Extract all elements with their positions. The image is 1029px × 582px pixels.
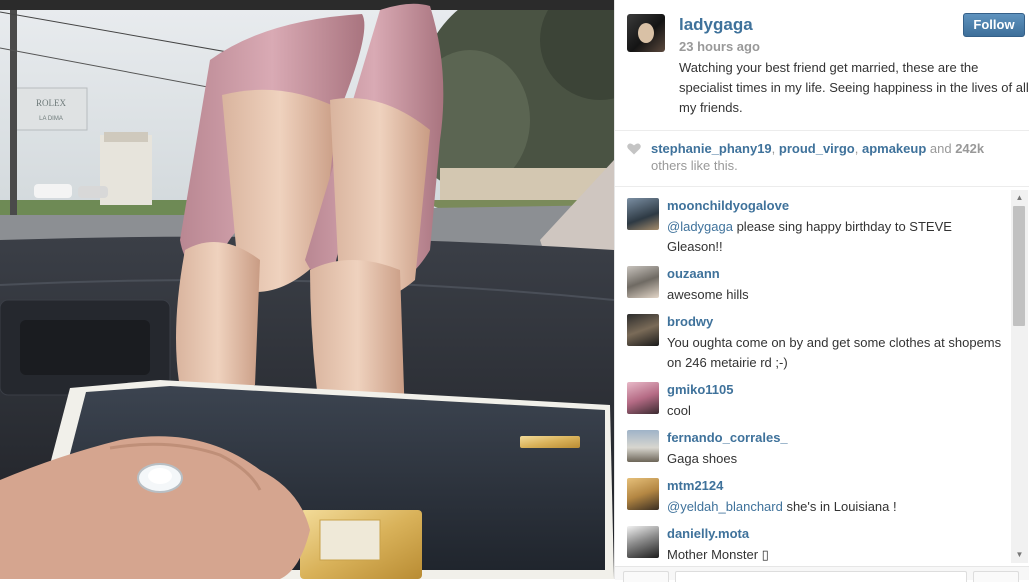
comment-input[interactable]	[675, 571, 967, 582]
post-caption: Watching your best friend get married, t…	[679, 60, 1029, 115]
post-timestamp[interactable]: 23 hours ago	[679, 39, 760, 54]
likes-and: and	[926, 141, 956, 156]
follow-button[interactable]: Follow	[963, 13, 1025, 37]
comment-action-bar	[615, 566, 1029, 582]
comment-text: Gaga shoes	[667, 449, 1007, 469]
comments-scrollbar[interactable]: ▲ ▼	[1011, 190, 1028, 563]
comment-username[interactable]: ouzaann	[667, 266, 720, 281]
post-details-panel: ladygaga Follow 23 hours ago Watching yo…	[614, 0, 1029, 582]
comment-item: brodwy You oughta come on by and get som…	[627, 306, 1007, 370]
comment-username[interactable]: moonchildyogalove	[667, 198, 789, 213]
scrollbar-thumb[interactable]	[1013, 206, 1025, 326]
comments-list: moonchildyogalove @ladygaga please sing …	[615, 190, 1011, 565]
comment-text: awesome hills	[667, 285, 1007, 305]
scroll-up-arrow-icon[interactable]: ▲	[1011, 190, 1028, 206]
comment-username[interactable]: gmiko1105	[667, 382, 734, 397]
owner-username[interactable]: ladygaga	[679, 15, 753, 35]
post-header: ladygaga Follow 23 hours ago Watching yo…	[627, 13, 1029, 134]
comment-text: @ladygaga please sing happy birthday to …	[667, 217, 1007, 257]
divider	[615, 186, 1029, 187]
likes-separator: ,	[771, 141, 779, 156]
comment-username[interactable]: danielly.mota	[667, 526, 749, 541]
photo-image: ROLEX LA DIMA	[0, 0, 614, 579]
comment-text: @yeldah_blanchard she's in Louisiana !	[667, 497, 1007, 517]
comment-item: fernando_corrales_ Gaga shoes	[627, 422, 1007, 466]
comment-username[interactable]: brodwy	[667, 314, 713, 329]
commenter-avatar[interactable]	[627, 526, 659, 558]
like-button[interactable]	[623, 571, 669, 582]
comment-mention[interactable]: @ladygaga	[667, 219, 733, 234]
comment-text: Mother Monster ▯	[667, 545, 1007, 565]
comment-body: cool	[667, 403, 691, 418]
commenter-avatar[interactable]	[627, 266, 659, 298]
panel-top-spacer	[615, 0, 1029, 10]
more-options-button[interactable]	[973, 571, 1019, 582]
commenter-avatar[interactable]	[627, 478, 659, 510]
comment-item: danielly.mota Mother Monster ▯	[627, 518, 1007, 562]
scroll-down-arrow-icon[interactable]: ▼	[1011, 547, 1028, 563]
likes-separator: ,	[854, 141, 862, 156]
photo-sign-subtext: LA DIMA	[39, 116, 63, 122]
divider	[615, 130, 1029, 131]
commenter-avatar[interactable]	[627, 314, 659, 346]
commenter-avatar[interactable]	[627, 430, 659, 462]
comment-body: she's in Louisiana !	[782, 499, 897, 514]
comment-item: mtm2124 @yeldah_blanchard she's in Louis…	[627, 470, 1007, 514]
comment-mention[interactable]: @yeldah_blanchard	[667, 499, 783, 514]
owner-avatar[interactable]	[627, 14, 665, 52]
comment-item: gmiko1105 cool	[627, 374, 1007, 418]
comment-username[interactable]: fernando_corrales_	[667, 430, 788, 445]
photo-sign-text: ROLEX	[36, 98, 66, 108]
likes-text: stephanie_phany19, proud_virgo, apmakeup…	[651, 140, 1021, 174]
heart-icon[interactable]	[627, 143, 641, 155]
comment-body: Gaga shoes	[667, 451, 738, 466]
liker-link[interactable]: proud_virgo	[779, 141, 855, 156]
comment-text: cool	[667, 401, 1007, 421]
likes-count[interactable]: 242k	[955, 141, 984, 156]
liker-link[interactable]: apmakeup	[862, 141, 926, 156]
liker-link[interactable]: stephanie_phany19	[651, 141, 772, 156]
comment-body: Mother Monster ▯	[667, 547, 769, 562]
commenter-avatar[interactable]	[627, 198, 659, 230]
comment-body: awesome hills	[667, 287, 749, 302]
comment-username[interactable]: mtm2124	[667, 478, 723, 493]
comment-item: moonchildyogalove @ladygaga please sing …	[627, 190, 1007, 254]
comment-body: You oughta come on by and get some cloth…	[667, 335, 1002, 370]
commenter-avatar[interactable]	[627, 382, 659, 414]
comment-text: You oughta come on by and get some cloth…	[667, 333, 1007, 373]
post-photo[interactable]: ROLEX LA DIMA	[0, 0, 614, 579]
likes-suffix: others like this.	[651, 158, 738, 173]
comment-item: ouzaann awesome hills	[627, 258, 1007, 302]
